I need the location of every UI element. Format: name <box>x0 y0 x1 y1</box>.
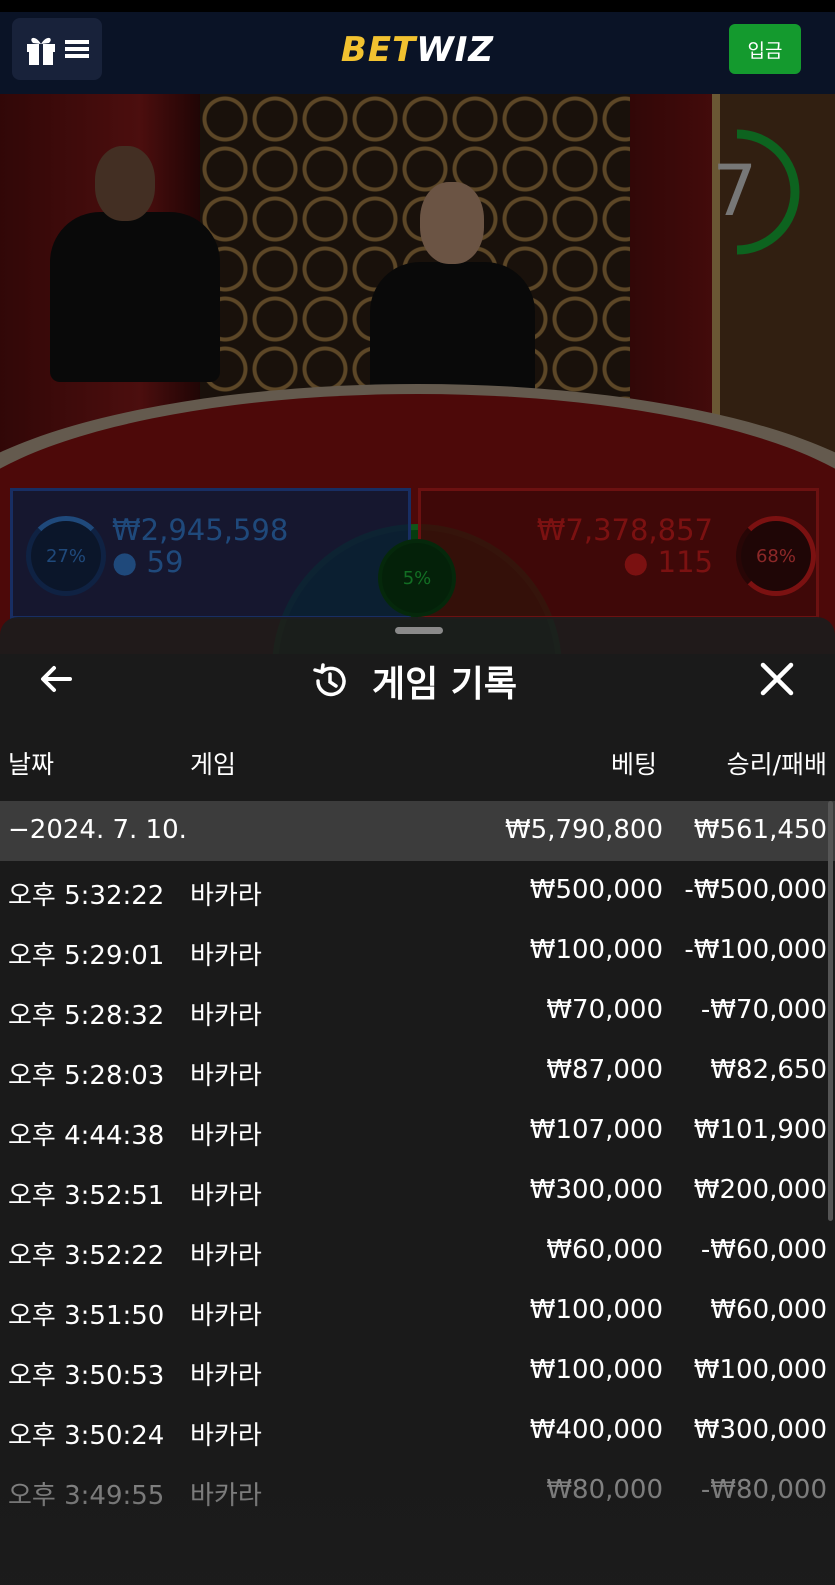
sheet-header: 게임 기록 <box>0 647 835 707</box>
date-group-row[interactable]: −2024. 7. 10. ₩5,790,800 ₩561,450 <box>0 801 835 861</box>
status-bar <box>0 0 835 12</box>
table-row[interactable]: 오후 3:50:24 바카라 ₩400,000 ₩300,000 <box>0 1401 835 1461</box>
row-time: 오후 3:52:22 <box>8 1241 165 1271</box>
row-time: 오후 3:49:55 <box>8 1481 165 1511</box>
betwiz-logo[interactable]: BETWIZ <box>0 30 835 70</box>
top-bar: BETWIZ 입금 <box>0 12 835 95</box>
row-time: 오후 4:44:38 <box>8 1121 165 1151</box>
row-winloss: ₩82,650 <box>710 1055 827 1085</box>
table-row[interactable]: 오후 3:52:22 바카라 ₩60,000 -₩60,000 <box>0 1221 835 1281</box>
row-winloss: -₩500,000 <box>684 875 827 905</box>
row-bet: ₩100,000 <box>529 935 663 965</box>
column-winloss: 승리/패배 <box>726 750 827 779</box>
row-bet: ₩60,000 <box>546 1235 663 1265</box>
row-game: 바카라 <box>190 1001 262 1031</box>
row-bet: ₩100,000 <box>529 1295 663 1325</box>
game-history-sheet: 게임 기록 날짜 게임 베팅 승리/패배 −2024. 7. 10. ₩5,79… <box>0 617 835 1585</box>
table-row[interactable]: 오후 5:28:03 바카라 ₩87,000 ₩82,650 <box>0 1041 835 1101</box>
row-bet: ₩300,000 <box>529 1175 663 1205</box>
row-game: 바카라 <box>190 1421 262 1451</box>
date-group-bet: ₩5,790,800 <box>504 815 663 845</box>
row-game: 바카라 <box>190 941 262 971</box>
date-group-date: −2024. 7. 10. <box>8 815 187 845</box>
row-time: 오후 3:50:53 <box>8 1361 165 1391</box>
row-game: 바카라 <box>190 1301 262 1331</box>
row-game: 바카라 <box>190 1061 262 1091</box>
row-winloss: ₩300,000 <box>693 1415 827 1445</box>
table-row[interactable]: 오후 4:44:38 바카라 ₩107,000 ₩101,900 <box>0 1101 835 1161</box>
row-winloss: ₩60,000 <box>710 1295 827 1325</box>
history-icon <box>313 663 346 697</box>
history-table: −2024. 7. 10. ₩5,790,800 ₩561,450 오후 5:3… <box>0 801 835 1521</box>
row-time: 오후 5:32:22 <box>8 881 165 911</box>
row-winloss: -₩80,000 <box>700 1475 827 1505</box>
table-row[interactable]: 오후 3:49:55 바카라 ₩80,000 -₩80,000 <box>0 1461 835 1521</box>
table-row[interactable]: 오후 3:50:53 바카라 ₩100,000 ₩100,000 <box>0 1341 835 1401</box>
deposit-button[interactable]: 입금 <box>729 24 801 74</box>
table-row[interactable]: 오후 5:28:32 바카라 ₩70,000 -₩70,000 <box>0 981 835 1041</box>
column-game: 게임 <box>190 750 237 779</box>
table-row[interactable]: 오후 5:29:01 바카라 ₩100,000 -₩100,000 <box>0 921 835 981</box>
row-game: 바카라 <box>190 1361 262 1391</box>
row-game: 바카라 <box>190 1121 262 1151</box>
row-bet: ₩500,000 <box>529 875 663 905</box>
row-winloss: ₩101,900 <box>693 1115 827 1145</box>
row-time: 오후 5:28:03 <box>8 1061 165 1091</box>
row-game: 바카라 <box>190 1241 262 1271</box>
row-bet: ₩100,000 <box>529 1355 663 1385</box>
row-winloss: -₩60,000 <box>700 1235 827 1265</box>
row-game: 바카라 <box>190 1181 262 1211</box>
row-bet: ₩87,000 <box>546 1055 663 1085</box>
row-winloss: ₩200,000 <box>693 1175 827 1205</box>
table-row[interactable]: 오후 3:52:51 바카라 ₩300,000 ₩200,000 <box>0 1161 835 1221</box>
row-bet: ₩80,000 <box>546 1475 663 1505</box>
row-winloss: ₩100,000 <box>693 1355 827 1385</box>
back-arrow-icon[interactable] <box>36 659 76 699</box>
row-time: 오후 3:51:50 <box>8 1301 165 1331</box>
table-header: 날짜 게임 베팅 승리/패배 <box>0 745 835 785</box>
row-time: 오후 5:28:32 <box>8 1001 165 1031</box>
row-bet: ₩400,000 <box>529 1415 663 1445</box>
table-row[interactable]: 오후 5:32:22 바카라 ₩500,000 -₩500,000 <box>0 861 835 921</box>
row-winloss: -₩70,000 <box>700 995 827 1025</box>
row-game: 바카라 <box>190 881 262 911</box>
date-group-winloss: ₩561,450 <box>693 815 827 845</box>
row-bet: ₩70,000 <box>546 995 663 1025</box>
table-row[interactable]: 오후 3:51:50 바카라 ₩100,000 ₩60,000 <box>0 1281 835 1341</box>
row-game: 바카라 <box>190 1481 262 1511</box>
row-time: 오후 3:50:24 <box>8 1421 165 1451</box>
page-title: 게임 기록 <box>372 664 518 705</box>
scrollbar[interactable] <box>828 801 833 1221</box>
column-bet: 베팅 <box>610 750 657 779</box>
row-time: 오후 5:29:01 <box>8 941 165 971</box>
column-date: 날짜 <box>8 750 55 779</box>
close-icon[interactable] <box>757 659 797 699</box>
row-time: 오후 3:52:51 <box>8 1181 165 1211</box>
row-bet: ₩107,000 <box>529 1115 663 1145</box>
row-winloss: -₩100,000 <box>684 935 827 965</box>
drag-handle[interactable] <box>395 627 443 634</box>
